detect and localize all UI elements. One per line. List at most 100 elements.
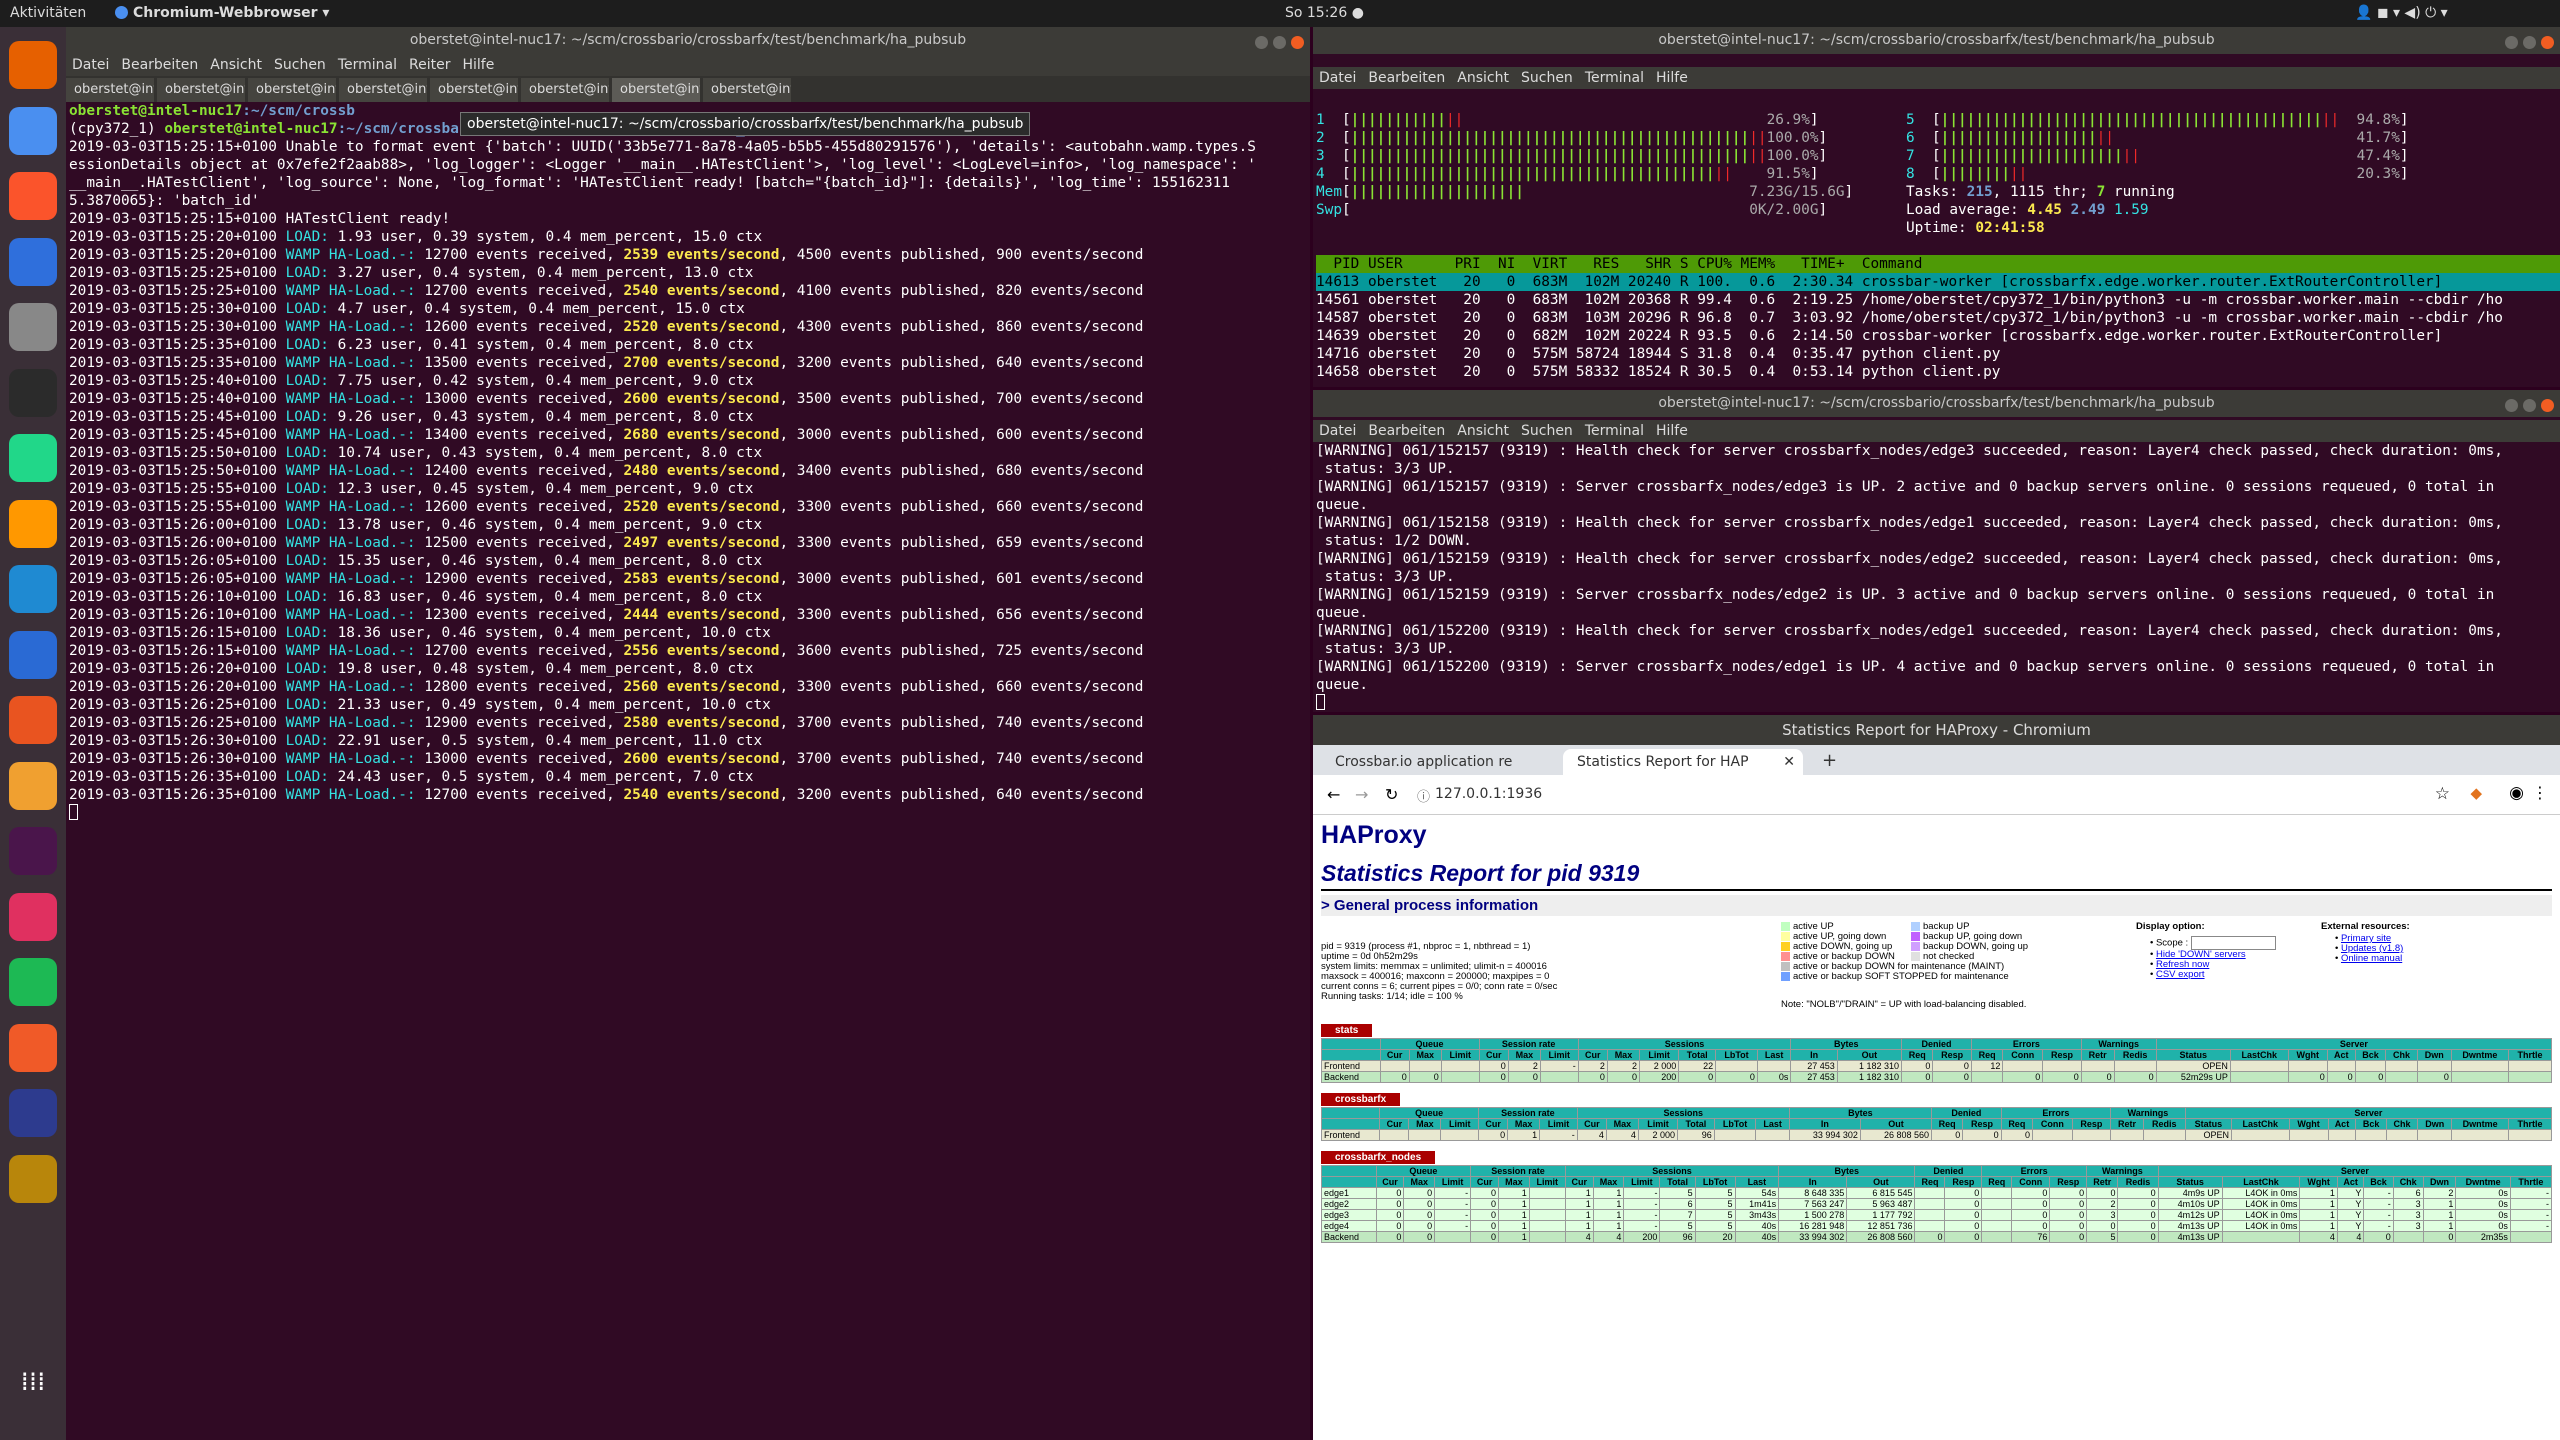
maximize-button[interactable] [2523,36,2536,49]
close-button[interactable] [1291,36,1304,49]
log-line: [WARNING] 061/152157 (9319) : Health che… [1316,443,2503,459]
menu-item[interactable]: Suchen [268,54,332,76]
menu-item[interactable]: Reiter [403,54,456,76]
clock[interactable]: So 15:26 ● [1285,5,1364,21]
row-name[interactable]: edge2 [1321,1198,1377,1210]
maximize-button[interactable] [1273,36,1286,49]
new-tab-button[interactable]: + [1808,749,1851,775]
process-row[interactable]: 14561 oberstet 20 0 683M 102M 20368 R 99… [1316,291,2560,309]
firefox-icon[interactable] [9,41,57,89]
menu-item[interactable]: Terminal [332,54,403,76]
menu-item[interactable]: Ansicht [204,54,268,76]
minimize-button[interactable] [2505,36,2518,49]
slack-icon[interactable] [9,827,57,875]
menu-item[interactable]: Terminal [1579,420,1650,442]
apps-grid-icon[interactable]: ⁞⁞⁞ [9,1367,57,1415]
proxy-name[interactable]: stats [1321,1024,1373,1037]
scope-input[interactable] [2190,936,2276,950]
process-row[interactable]: 14639 oberstet 20 0 682M 102M 20224 R 93… [1316,327,2560,345]
terminal-tab[interactable]: oberstet@int...× [339,78,427,102]
close-tab-icon[interactable]: ✕ [1783,754,1795,770]
menu-item[interactable]: Suchen [1515,420,1579,442]
minimize-button[interactable] [2505,399,2518,412]
menu-item[interactable]: Hilfe [456,54,500,76]
vscode-icon[interactable] [9,565,57,613]
app-menu[interactable]: Chromium-Webbrowser ▾ [115,5,329,21]
activities-button[interactable]: Aktivitäten [10,5,86,21]
system-tray[interactable]: 👤 ◼ ▾ ◀) ⏻ ▾ [2355,5,2448,21]
row-name[interactable]: edge3 [1321,1209,1377,1221]
menu-item[interactable]: Hilfe [1650,420,1694,442]
close-button[interactable] [2541,399,2554,412]
browser-tab-crossbar[interactable]: Crossbar.io application re [1321,749,1561,775]
row-name[interactable]: edge4 [1321,1220,1377,1232]
minimize-button[interactable] [1255,36,1268,49]
row-name[interactable]: Frontend [1320,1129,1381,1141]
vlc-icon[interactable] [9,1089,57,1137]
thunderbird-icon[interactable] [9,237,57,286]
terminal-line: 2019-03-03T15:25:35+0100 LOAD: 6.23 user… [69,337,754,353]
menu-item[interactable]: Datei [1313,67,1362,89]
menu-item[interactable]: Datei [1313,420,1362,442]
sublime-icon[interactable] [9,499,57,548]
files-icon[interactable] [9,303,57,351]
spotify-icon[interactable] [9,958,57,1006]
brave-icon[interactable] [9,172,57,220]
menu-item[interactable]: Suchen [1515,67,1579,89]
menu-item[interactable]: Bearbeiten [115,54,204,76]
row-name[interactable]: Backend [1321,1231,1377,1243]
back-icon[interactable]: ← [1327,785,1340,804]
htop-output[interactable]: 1 [||||||||||||| 26.9%] 5 [||||||||||||||… [1313,111,2560,387]
terminal-tab[interactable]: oberstet@int...× [612,78,700,102]
external-link[interactable]: Online manual [2341,953,2402,964]
process-row[interactable]: 14716 oberstet 20 0 575M 58724 18944 S 3… [1316,345,2560,363]
terminal-output[interactable]: oberstet@intel-nuc17:~/scm/crossb (cpy372… [66,102,1310,1440]
row-name[interactable]: Backend [1321,1071,1381,1083]
chromium-icon[interactable] [9,106,57,155]
process-row[interactable]: 14587 oberstet 20 0 683M 103M 20296 R 96… [1316,309,2560,327]
process-row[interactable]: 14658 oberstet 20 0 575M 58332 18524 R 3… [1316,363,2560,381]
menu-item[interactable]: Datei [66,54,115,76]
haproxy-log-output[interactable]: [WARNING] 061/152157 (9319) : Health che… [1313,442,2560,712]
proxy-name[interactable]: crossbarfx [1321,1093,1401,1106]
maximize-button[interactable] [2523,399,2536,412]
bookmark-star-icon[interactable]: ☆ [2435,784,2450,804]
display-option-link[interactable]: CSV export [2156,969,2205,980]
extension-icon[interactable]: ◆ [2470,784,2482,802]
process-row[interactable]: 14613 oberstet 20 0 683M 102M 20240 R 10… [1316,273,2560,291]
address-bar[interactable]: 127.0.0.1:1936 [1435,786,1542,802]
mail-icon[interactable] [9,892,57,941]
menu-item[interactable]: Terminal [1579,67,1650,89]
crossover-icon[interactable] [9,1023,57,1072]
terminal-tab[interactable]: oberstet@int...× [430,78,518,102]
row-name[interactable]: Frontend [1321,1060,1381,1072]
reload-icon[interactable]: ↻ [1385,785,1398,804]
window-title: oberstet@intel-nuc17: ~/scm/crossbario/c… [66,27,1310,54]
image-viewer-icon[interactable] [9,1154,57,1203]
browser-tab-haproxy[interactable]: Statistics Report for HAP ✕ [1563,749,1803,775]
terminal-tab[interactable]: oberstet@int...× [703,78,791,102]
game-icon[interactable] [9,761,57,810]
htop-line [1316,237,2560,255]
terminal-icon[interactable] [9,368,57,417]
close-button[interactable] [2541,36,2554,49]
terminal-tab[interactable]: oberstet@int...× [521,78,609,102]
menu-item[interactable]: Ansicht [1451,67,1515,89]
terminal-tab[interactable]: oberstet@int...× [248,78,336,102]
forward-icon[interactable]: → [1355,785,1368,804]
profile-icon[interactable]: ◉ [2509,783,2524,803]
menu-item[interactable]: Bearbeiten [1362,420,1451,442]
log-line: status: 3/3 UP. [1316,569,1455,585]
stats-table: Queue Session rate Sessions Bytes Denied Erro… [1321,1038,2553,1083]
software-icon[interactable] [9,696,57,744]
menu-item[interactable]: Ansicht [1451,420,1515,442]
row-name[interactable]: edge1 [1321,1187,1377,1199]
pycharm-icon[interactable] [9,434,57,482]
menu-icon[interactable]: ⋮ [2532,783,2548,802]
terminal-tab[interactable]: oberstet@int...× [157,78,245,102]
writer-icon[interactable] [9,630,57,679]
terminal-tab[interactable]: oberstet@int...× [66,78,154,102]
menu-item[interactable]: Bearbeiten [1362,67,1451,89]
proxy-name[interactable]: crossbarfx_nodes [1321,1151,1436,1164]
menu-item[interactable]: Hilfe [1650,67,1694,89]
